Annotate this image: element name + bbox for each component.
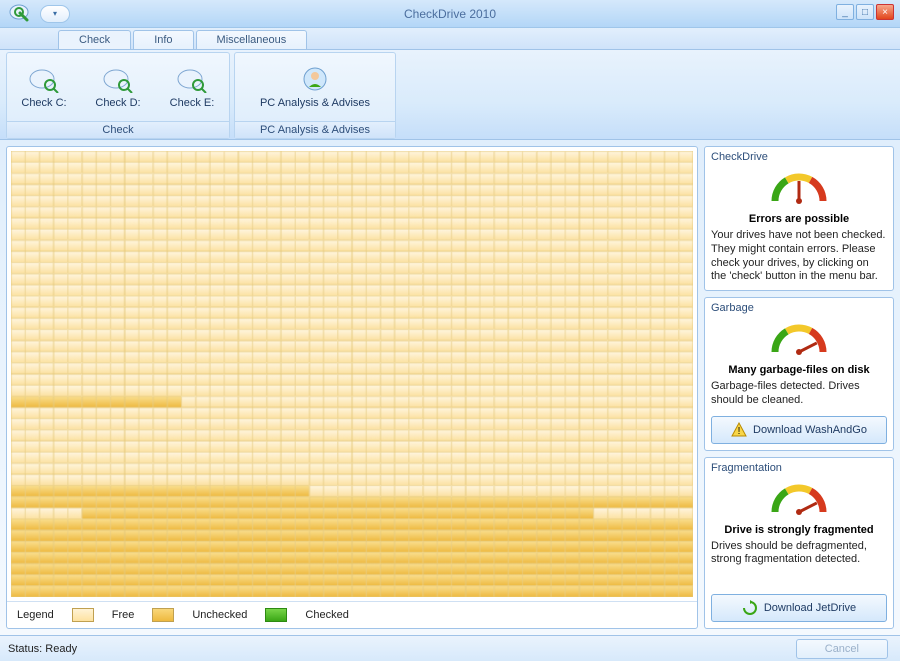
tab-info[interactable]: Info xyxy=(133,30,193,49)
check-e-button[interactable]: Check E: xyxy=(155,53,229,121)
refresh-icon xyxy=(742,600,758,616)
panel-checkdrive-heading: Errors are possible xyxy=(711,213,887,225)
advisory-panels: CheckDrive Errors are possible Your driv… xyxy=(704,146,894,629)
check-e-label: Check E: xyxy=(170,97,215,109)
legend-checked-label: Checked xyxy=(305,609,348,621)
legend-unchecked-label: Unchecked xyxy=(192,609,247,621)
minimize-button[interactable]: _ xyxy=(836,4,854,20)
legend-swatch-free xyxy=(72,608,94,622)
pc-analysis-label: PC Analysis & Advises xyxy=(260,97,370,109)
panel-fragmentation: Fragmentation Drive is strongly fragment… xyxy=(704,457,894,630)
panel-garbage-title: Garbage xyxy=(711,302,887,314)
warning-icon: ! xyxy=(731,422,747,438)
tab-check[interactable]: Check xyxy=(58,30,131,49)
tab-miscellaneous[interactable]: Miscellaneous xyxy=(196,30,308,49)
check-d-button[interactable]: Check D: xyxy=(81,53,155,121)
check-c-label: Check C: xyxy=(21,97,66,109)
legend-swatch-unchecked xyxy=(152,608,174,622)
drive-block-map xyxy=(11,151,693,597)
legend: Legend Free Unchecked Checked xyxy=(7,601,697,628)
main-tabs: Check Info Miscellaneous xyxy=(0,28,900,50)
panel-checkdrive: CheckDrive Errors are possible Your driv… xyxy=(704,146,894,291)
drive-check-icon xyxy=(28,65,60,93)
check-d-label: Check D: xyxy=(95,97,140,109)
content-area: Legend Free Unchecked Checked CheckDrive… xyxy=(0,140,900,635)
download-jetdrive-button[interactable]: Download JetDrive xyxy=(711,594,887,622)
panel-fragmentation-body: Drives should be defragmented, strong fr… xyxy=(711,540,887,568)
panel-checkdrive-body: Your drives have not been checked. They … xyxy=(711,229,887,284)
legend-free-label: Free xyxy=(112,609,135,621)
app-window: ▾ CheckDrive 2010 _ □ × Check Info Misce… xyxy=(0,0,900,661)
gauge-icon xyxy=(769,322,829,358)
panel-fragmentation-heading: Drive is strongly fragmented xyxy=(711,524,887,536)
panel-garbage: Garbage Many garbage-files on disk Garba… xyxy=(704,297,894,451)
panel-garbage-heading: Many garbage-files on disk xyxy=(711,364,887,376)
ribbon: Check C: Check D: Check E: Check PC Anal… xyxy=(0,50,900,140)
panel-garbage-body: Garbage-files detected. Drives should be… xyxy=(711,380,887,408)
ribbon-group-analysis: PC Analysis & Advises PC Analysis & Advi… xyxy=(234,52,396,139)
legend-swatch-checked xyxy=(265,608,287,622)
status-text: Status: Ready xyxy=(8,643,788,655)
ribbon-group-check: Check C: Check D: Check E: Check xyxy=(6,52,230,139)
drive-check-icon xyxy=(102,65,134,93)
panel-checkdrive-title: CheckDrive xyxy=(711,151,887,163)
download-jetdrive-label: Download JetDrive xyxy=(764,602,856,614)
panel-fragmentation-title: Fragmentation xyxy=(711,462,887,474)
legend-title: Legend xyxy=(17,609,54,621)
app-icon xyxy=(4,2,34,26)
ribbon-group-check-label: Check xyxy=(7,121,229,138)
download-washandgo-label: Download WashAndGo xyxy=(753,424,867,436)
gauge-icon xyxy=(769,171,829,207)
svg-text:!: ! xyxy=(738,426,741,437)
titlebar: ▾ CheckDrive 2010 _ □ × xyxy=(0,0,900,28)
pc-analysis-button[interactable]: PC Analysis & Advises xyxy=(235,53,395,121)
maximize-button[interactable]: □ xyxy=(856,4,874,20)
cancel-button[interactable]: Cancel xyxy=(796,639,888,659)
download-washandgo-button[interactable]: ! Download WashAndGo xyxy=(711,416,887,444)
drive-check-icon xyxy=(176,65,208,93)
check-c-button[interactable]: Check C: xyxy=(7,53,81,121)
window-title: CheckDrive 2010 xyxy=(404,7,496,21)
gauge-icon xyxy=(769,482,829,518)
status-bar: Status: Ready Cancel xyxy=(0,635,900,661)
person-analysis-icon xyxy=(299,65,331,93)
drive-map-panel: Legend Free Unchecked Checked xyxy=(6,146,698,629)
quick-dropdown[interactable]: ▾ xyxy=(40,5,70,23)
close-button[interactable]: × xyxy=(876,4,894,20)
ribbon-group-analysis-label: PC Analysis & Advises xyxy=(235,121,395,138)
